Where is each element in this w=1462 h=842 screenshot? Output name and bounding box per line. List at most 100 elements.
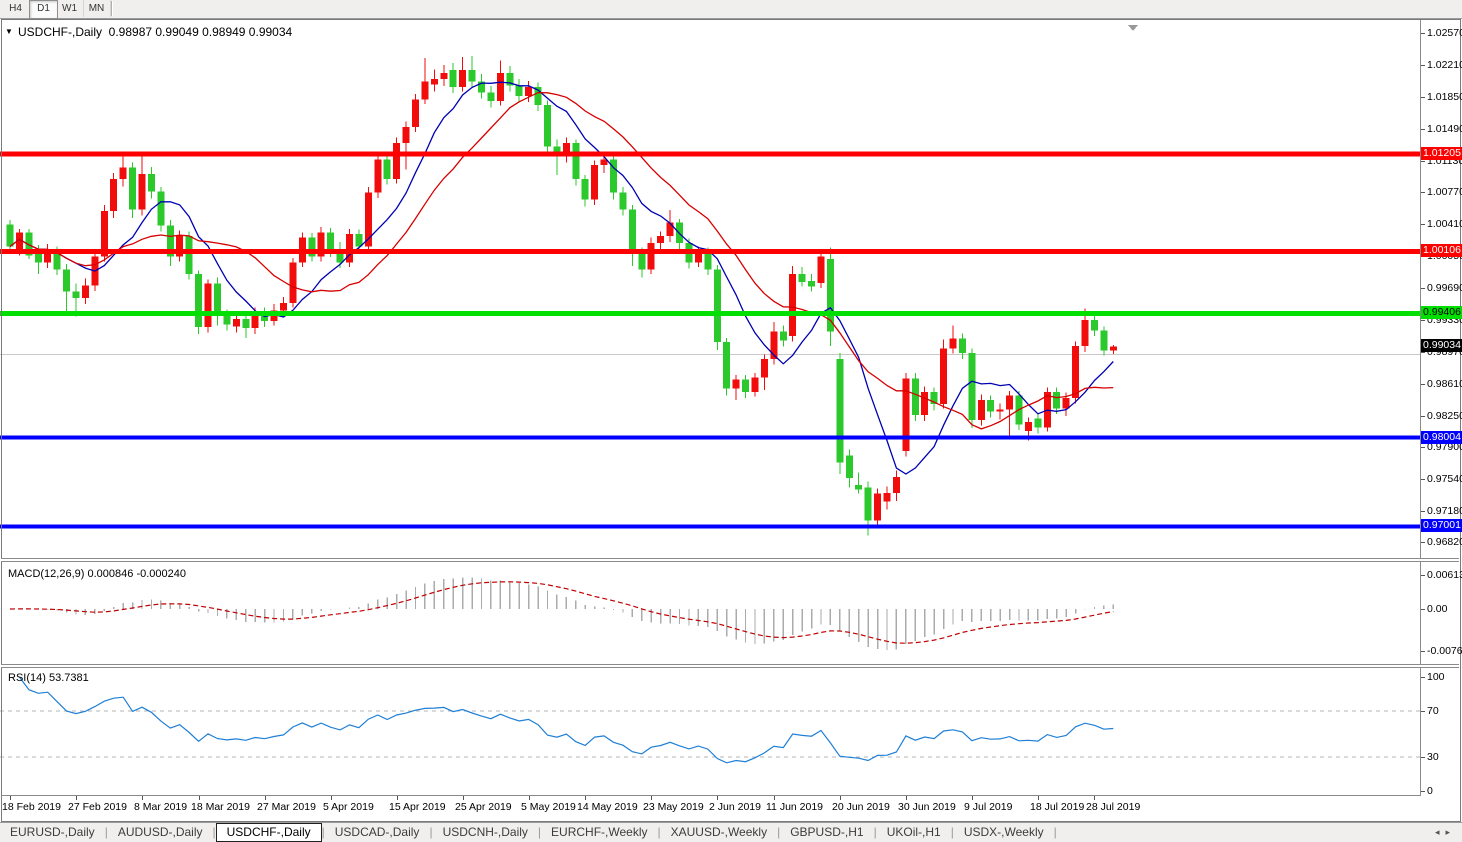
date-tick: [972, 796, 973, 800]
candle-body: [799, 274, 806, 282]
date-axis-label: 5 Apr 2019: [323, 801, 374, 813]
symbol-tab-xauusd[interactable]: XAUUSD-,Weekly: [661, 823, 777, 842]
date-axis-label: 27 Feb 2019: [68, 801, 127, 813]
axis-tick: [1421, 651, 1425, 652]
candle-body: [648, 243, 655, 270]
date-tick: [10, 796, 11, 800]
rsi-pane-bottom-border: [1, 795, 1420, 796]
axis-tick: [1421, 791, 1425, 792]
rsi-pane-splitter[interactable]: [1, 664, 1459, 668]
symbol-tab-ukoil[interactable]: UKOil-,H1: [877, 823, 951, 842]
candle-body: [431, 79, 438, 84]
rsi-axis-label: 0: [1427, 785, 1433, 797]
axis-tick: [1421, 575, 1425, 576]
date-tick: [717, 796, 718, 800]
date-tick: [331, 796, 332, 800]
symbol-tab-eurusd[interactable]: EURUSD-,Daily: [0, 823, 105, 842]
price-axis-label: 1.00770: [1427, 186, 1462, 198]
axis-tick: [1421, 65, 1425, 66]
candle-body: [421, 82, 428, 100]
candle-body: [667, 223, 674, 236]
candle-body: [544, 105, 551, 147]
date-tick: [529, 796, 530, 800]
price-axis-label: 0.97540: [1427, 473, 1462, 485]
macd-pane-splitter[interactable]: [1, 558, 1459, 562]
tab-scroll-left-icon[interactable]: ◂: [1435, 827, 1446, 837]
price-axis-label: 1.01490: [1427, 123, 1462, 135]
symbol-tab-usdchf[interactable]: USDCHF-,Daily: [216, 823, 322, 842]
candle-body: [723, 342, 730, 388]
symbol-tab-eurchf[interactable]: EURCHF-,Weekly: [541, 823, 657, 842]
rsi-indicator-label: RSI(14) 53.7381: [8, 672, 89, 684]
price-axis-label: 0.99690: [1427, 282, 1462, 294]
candle-body: [959, 339, 966, 353]
date-tick: [463, 796, 464, 800]
candle-body: [751, 378, 758, 392]
candle-body: [846, 456, 853, 478]
date-axis-label: 5 May 2019: [521, 801, 576, 813]
chart-canvas[interactable]: [0, 0, 1462, 822]
candle-body: [893, 477, 900, 493]
date-tick: [585, 796, 586, 800]
candle-body: [63, 270, 70, 292]
price-axis-label: 0.96820: [1427, 536, 1462, 548]
candle-body: [704, 252, 711, 270]
candle-body: [469, 70, 476, 82]
chart-dropdown-icon[interactable]: ▼: [5, 27, 13, 36]
chart-symbol-label: USDCHF-,Daily: [18, 25, 102, 39]
candle-body: [327, 232, 334, 250]
price-badge-support-line: 0.98004: [1421, 431, 1462, 444]
candle-body: [242, 319, 249, 328]
chart-shift-marker: [1128, 25, 1138, 31]
axis-tick: [1421, 224, 1425, 225]
macd-indicator-label: MACD(12,26,9) 0.000846 -0.000240: [8, 568, 186, 580]
macd-signal-line: [10, 582, 1113, 643]
date-axis-label: 20 Jun 2019: [832, 801, 890, 813]
price-badge-support-line: 0.99406: [1421, 306, 1462, 319]
candle-body: [233, 319, 240, 326]
rsi-name: RSI(14): [8, 672, 46, 684]
price-axis-label: 1.02210: [1427, 59, 1462, 71]
date-tick: [1038, 796, 1039, 800]
candle-body: [940, 348, 947, 404]
candle-body: [950, 339, 957, 349]
date-axis-label: 30 Jun 2019: [898, 801, 956, 813]
candle-body: [997, 410, 1004, 412]
candle-body: [582, 179, 589, 199]
date-axis-label: 18 Feb 2019: [2, 801, 61, 813]
price-axis-label: 0.98250: [1427, 410, 1462, 422]
axis-tick: [1421, 542, 1425, 543]
candle-body: [459, 70, 466, 87]
date-axis-label: 11 Jun 2019: [766, 801, 823, 813]
candle-body: [968, 353, 975, 420]
axis-tick: [1421, 479, 1425, 480]
candle-body: [855, 485, 862, 489]
axis-tick: [1421, 447, 1425, 448]
candle-body: [186, 236, 193, 274]
axis-tick: [1421, 511, 1425, 512]
symbol-tab-usdx[interactable]: USDX-,Weekly: [954, 823, 1054, 842]
candle-body: [280, 303, 287, 310]
candle-body: [619, 192, 626, 209]
price-badge-resistance-line: 1.00106: [1421, 244, 1462, 257]
date-axis-label: 15 Apr 2019: [389, 801, 446, 813]
candle-body: [195, 274, 202, 327]
candle-body: [374, 160, 381, 193]
candle-body: [82, 286, 89, 298]
tab-scroll-right-icon[interactable]: ▸: [1445, 827, 1456, 837]
price-axis-label: 1.02570: [1427, 27, 1462, 39]
candle-body: [223, 316, 230, 325]
candle-body: [384, 160, 391, 179]
candle-body: [157, 192, 164, 226]
rsi-axis-label: 100: [1427, 671, 1445, 683]
symbol-tab-usdcnh[interactable]: USDCNH-,Daily: [433, 823, 538, 842]
macd-signal-value: -0.000240: [136, 568, 186, 580]
symbol-tab-gbpusd[interactable]: GBPUSD-,H1: [780, 823, 873, 842]
symbol-tab-audusd[interactable]: AUDUSD-,Daily: [108, 823, 213, 842]
symbol-tab-usdcad[interactable]: USDCAD-,Daily: [325, 823, 430, 842]
date-tick: [142, 796, 143, 800]
tab-scroll-arrows[interactable]: ◂▸: [1435, 827, 1456, 838]
candle-body: [252, 314, 259, 328]
axis-tick: [1421, 33, 1425, 34]
price-axis-label: 1.01850: [1427, 91, 1462, 103]
